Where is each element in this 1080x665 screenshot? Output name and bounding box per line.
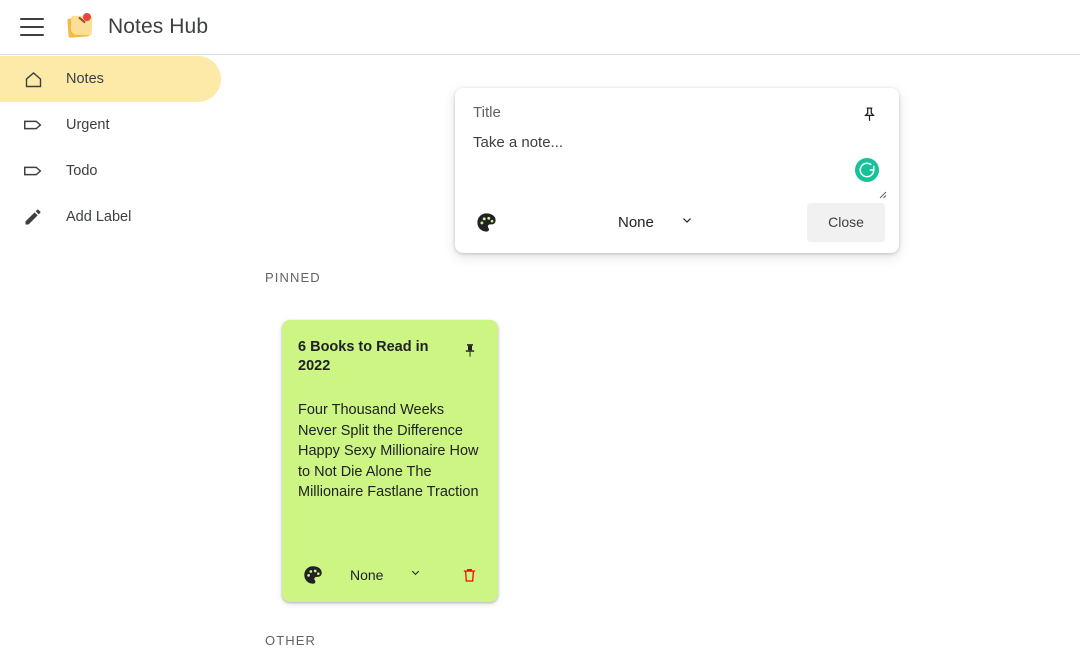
- note-editor-card: None Close: [455, 88, 899, 253]
- note-card-body: Four Thousand Weeks Never Split the Diff…: [298, 402, 479, 500]
- pin-filled-icon[interactable]: [458, 338, 482, 362]
- main-content: PINNED OTHER Title Take a note... None C…: [230, 56, 1080, 665]
- note-card-footer: None: [298, 560, 482, 590]
- chevron-down-icon: [409, 566, 422, 584]
- section-header-pinned: PINNED: [265, 270, 321, 285]
- label-icon: [21, 159, 45, 183]
- label-select-dropdown[interactable]: None: [618, 213, 694, 232]
- hamburger-line: [20, 26, 44, 28]
- editor-title-row: [473, 102, 881, 134]
- color-palette-icon[interactable]: [300, 562, 326, 588]
- trash-icon[interactable]: [458, 564, 480, 586]
- page-title: Notes Hub: [108, 15, 209, 38]
- label-icon: [21, 113, 45, 137]
- note-card[interactable]: 6 Books to Read in 2022 Four Thousand We…: [282, 320, 498, 602]
- note-label-select-dropdown[interactable]: None: [350, 566, 422, 584]
- pin-outline-icon[interactable]: [857, 102, 881, 126]
- grammarly-icon[interactable]: [855, 158, 879, 182]
- editor-note-row: [473, 134, 887, 199]
- logo-pin: [83, 13, 91, 21]
- note-label-select-value: None: [350, 567, 384, 583]
- sidebar-item-add-label[interactable]: Add Label: [0, 194, 221, 240]
- note-card-title: 6 Books to Read in 2022: [298, 339, 429, 374]
- sidebar-item-todo[interactable]: Todo: [0, 148, 221, 194]
- sidebar: Notes Urgent Todo Add Label: [0, 56, 230, 240]
- app-header: Notes Hub: [0, 0, 1080, 55]
- sidebar-item-label: Urgent: [66, 117, 110, 133]
- sidebar-item-label: Todo: [66, 163, 98, 179]
- note-title-input[interactable]: [473, 102, 803, 123]
- hamburger-line: [20, 18, 44, 20]
- pinned-note-emoji: [66, 12, 96, 42]
- home-icon: [21, 67, 45, 91]
- note-card-header: 6 Books to Read in 2022: [298, 338, 482, 376]
- color-palette-icon[interactable]: [473, 209, 499, 235]
- close-button[interactable]: Close: [807, 202, 885, 242]
- label-select-value: None: [618, 213, 654, 231]
- sidebar-item-label: Add Label: [66, 209, 132, 225]
- note-body-input[interactable]: [473, 134, 853, 186]
- chevron-down-icon: [680, 213, 694, 232]
- pencil-icon: [21, 205, 45, 229]
- sidebar-item-urgent[interactable]: Urgent: [0, 102, 221, 148]
- hamburger-menu-icon[interactable]: [20, 18, 44, 36]
- section-header-other: OTHER: [265, 633, 316, 648]
- hamburger-line: [20, 34, 44, 36]
- sidebar-item-label: Notes: [66, 71, 104, 87]
- sidebar-item-notes[interactable]: Notes: [0, 56, 221, 102]
- editor-footer: None Close: [473, 196, 885, 248]
